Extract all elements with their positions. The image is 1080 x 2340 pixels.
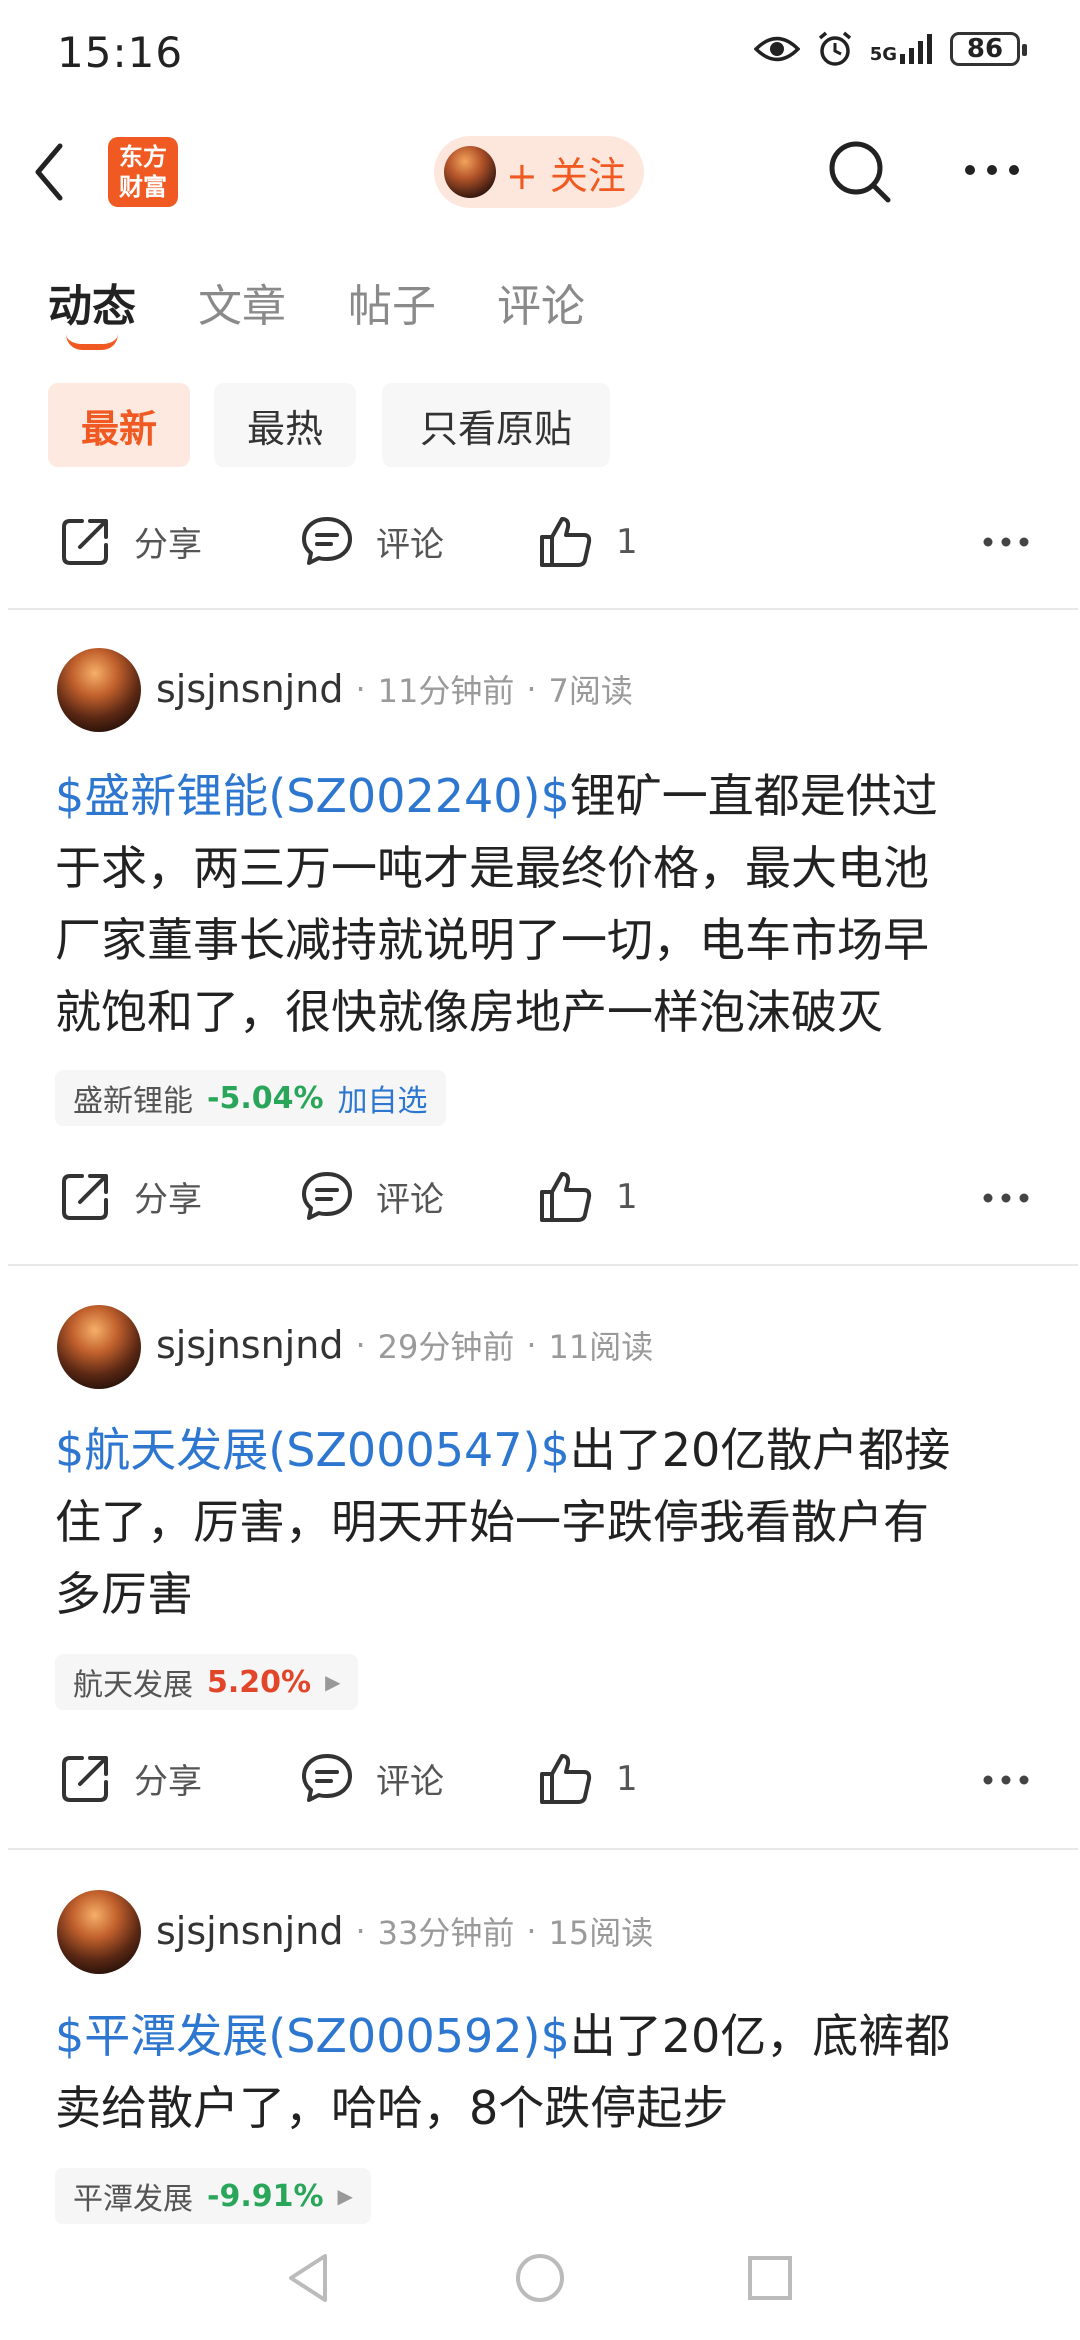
post-divider <box>8 1848 1078 1850</box>
status-icons: 5G 86 <box>753 30 1027 68</box>
post-divider <box>8 608 1078 610</box>
tab-articles[interactable]: 文章 <box>198 270 286 334</box>
post-more-icon[interactable] <box>982 536 1030 548</box>
stock-link[interactable]: $平潭发展(SZ000592)$ <box>55 2009 570 2063</box>
post-more-icon[interactable] <box>982 1192 1030 1204</box>
like-icon <box>540 1754 592 1804</box>
like-button[interactable]: 1 <box>538 515 638 569</box>
share-icon <box>62 1174 108 1220</box>
back-icon[interactable] <box>30 140 70 204</box>
post-time: 33分钟前 <box>377 1914 515 1952</box>
avatar[interactable] <box>57 648 141 732</box>
like-button[interactable]: 1 <box>538 1170 638 1224</box>
stock-change: -9.91% <box>207 2178 324 2214</box>
avatar[interactable] <box>57 1890 141 1974</box>
post-header: sjsjnsnjnd · 11分钟前 · 7阅读 <box>156 667 633 711</box>
stock-link[interactable]: $盛新锂能(SZ002240)$ <box>55 769 570 823</box>
post-reads: 11阅读 <box>548 1328 654 1366</box>
filter-latest[interactable]: 最新 <box>48 383 190 467</box>
post-more-icon[interactable] <box>982 1774 1030 1786</box>
stock-link[interactable]: $航天发展(SZ000547)$ <box>55 1423 570 1477</box>
status-time: 15:16 <box>57 28 184 77</box>
follow-label: + 关注 <box>506 153 626 198</box>
stock-change: -5.04% <box>207 1080 324 1116</box>
comment-button[interactable]: 评论 <box>300 1752 444 1804</box>
post-header: sjsjnsnjnd · 33分钟前 · 15阅读 <box>156 1909 654 1953</box>
post-time: 11分钟前 <box>377 672 515 710</box>
comment-icon <box>302 1172 352 1220</box>
battery-indicator: 86 <box>950 32 1027 66</box>
signal-icon: 5G <box>870 34 934 64</box>
share-button[interactable]: 分享 <box>60 515 202 567</box>
tab-comments[interactable]: 评论 <box>497 270 585 334</box>
follow-avatar <box>444 146 496 198</box>
filter-original-only[interactable]: 只看原贴 <box>382 383 610 467</box>
post-content: $航天发展(SZ000547)$出了20亿散户都接 住了，厉害，明天开始一字跌停… <box>55 1423 951 1621</box>
post-content: $盛新锂能(SZ002240)$锂矿一直都是供过 于求，两三万一吨才是最终价格，… <box>55 769 938 1039</box>
stock-tag[interactable]: 平潭发展 -9.91% ▶ <box>55 2168 371 2224</box>
tab-posts[interactable]: 帖子 <box>348 270 436 334</box>
like-button[interactable]: 1 <box>538 1752 638 1806</box>
comment-button[interactable]: 评论 <box>300 1170 444 1222</box>
share-icon <box>62 1756 108 1802</box>
share-button[interactable]: 分享 <box>60 1752 202 1804</box>
more-icon[interactable] <box>962 162 1022 178</box>
arrow-right-icon: ▶ <box>325 1670 341 1694</box>
tab-dynamic[interactable]: 动态 <box>48 270 136 334</box>
username[interactable]: sjsjnsnjnd <box>156 1323 343 1367</box>
post-divider <box>8 1264 1078 1266</box>
username[interactable]: sjsjnsnjnd <box>156 1909 343 1953</box>
post-reads: 15阅读 <box>548 1914 654 1952</box>
like-icon <box>540 517 592 567</box>
alarm-icon <box>818 31 851 66</box>
eye-icon <box>753 36 800 62</box>
nav-home-icon[interactable] <box>512 2250 568 2306</box>
share-button[interactable]: 分享 <box>60 1170 202 1222</box>
app-logo: 东方 财富 <box>108 137 178 207</box>
comment-icon <box>302 517 352 565</box>
share-icon <box>62 519 108 565</box>
stock-change: 5.20% <box>207 1664 312 1700</box>
post-content: $平潭发展(SZ000592)$出了20亿，底裤都 卖给散户了，哈哈，8个跌停起… <box>55 2009 951 2135</box>
search-icon[interactable] <box>826 138 894 206</box>
filter-hot[interactable]: 最热 <box>214 383 356 467</box>
follow-button[interactable]: + 关注 <box>434 136 644 208</box>
comment-button[interactable]: 评论 <box>300 515 444 567</box>
avatar[interactable] <box>57 1305 141 1389</box>
username[interactable]: sjsjnsnjnd <box>156 667 343 711</box>
post-header: sjsjnsnjnd · 29分钟前 · 11阅读 <box>156 1323 654 1367</box>
tab-active-indicator <box>66 334 118 350</box>
arrow-right-icon: ▶ <box>337 2184 353 2208</box>
comment-icon <box>302 1754 352 1802</box>
stock-tag[interactable]: 盛新锂能 -5.04% 加自选 <box>55 1070 446 1126</box>
nav-recents-icon[interactable] <box>744 2250 796 2306</box>
nav-back-icon[interactable] <box>285 2250 333 2306</box>
post-reads: 7阅读 <box>548 672 633 710</box>
like-icon <box>540 1172 592 1222</box>
add-watchlist-button[interactable]: 加自选 <box>338 1076 428 1120</box>
stock-tag[interactable]: 航天发展 5.20% ▶ <box>55 1654 359 1710</box>
post-time: 29分钟前 <box>377 1328 515 1366</box>
